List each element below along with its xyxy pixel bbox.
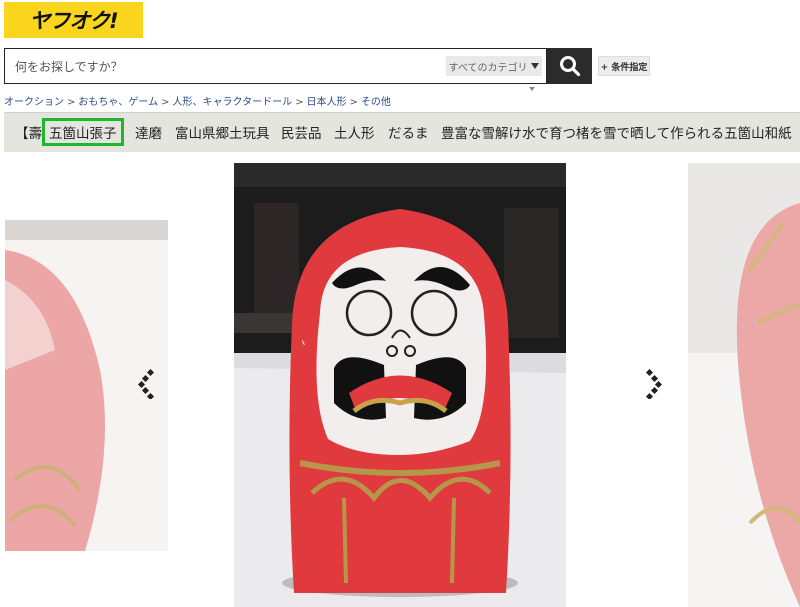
- next-image[interactable]: [688, 163, 800, 607]
- logo-text: ヤフオク!: [29, 9, 118, 33]
- tag-link-highlighted[interactable]: 五箇山張子: [42, 118, 124, 146]
- breadcrumb-link[interactable]: オークション: [4, 97, 64, 108]
- breadcrumb-link[interactable]: 日本人形: [306, 97, 346, 108]
- daruma-photo-main: [234, 163, 566, 607]
- search-input[interactable]: [13, 49, 437, 85]
- search-icon: [559, 56, 580, 77]
- condition-button-label: + 条件指定: [600, 62, 648, 73]
- caret-down-icon: [531, 63, 540, 69]
- yahuoku-logo[interactable]: ヤフオク!: [4, 2, 143, 38]
- search-box: すべてのカテゴリ: [4, 48, 547, 85]
- tag-bar: 【壽 五箇山張子 達磨 富山県郷土玩具 民芸品 土人形 だるま 豊富な雪解け水で…: [4, 112, 800, 152]
- breadcrumb-link[interactable]: 人形、キャラクタードール: [172, 97, 292, 108]
- chevron-right-icon[interactable]: [644, 369, 662, 399]
- search-button[interactable]: [547, 48, 592, 84]
- breadcrumb: オークション > おもちゃ、ゲーム > 人形、キャラクタードール > 日本人形 > その他: [4, 97, 391, 108]
- main-product-image[interactable]: [234, 163, 566, 607]
- chevron-left-icon[interactable]: [138, 369, 156, 399]
- tag-link[interactable]: 土人形: [334, 122, 375, 142]
- daruma-photo-next: [688, 163, 800, 607]
- category-select[interactable]: すべてのカテゴリ: [446, 56, 542, 76]
- tag-link[interactable]: 豊富な雪解け水で育つ楮を雪で晒して作られる五箇山和紙: [441, 122, 792, 142]
- tag-link[interactable]: 富山県郷土玩具: [175, 122, 270, 142]
- breadcrumb-link[interactable]: その他: [361, 97, 391, 108]
- condition-button[interactable]: + 条件指定: [598, 56, 650, 76]
- category-select-label: すべてのカテゴリ: [448, 62, 528, 74]
- image-carousel: [0, 163, 800, 607]
- tag-link[interactable]: 【壽: [15, 122, 42, 142]
- tag-link[interactable]: だるま: [388, 122, 429, 142]
- caret-down-icon: [529, 87, 535, 91]
- tag-link[interactable]: 民芸品: [281, 122, 322, 142]
- tag-link[interactable]: 達磨: [135, 122, 162, 142]
- breadcrumb-link[interactable]: おもちゃ、ゲーム: [78, 97, 158, 108]
